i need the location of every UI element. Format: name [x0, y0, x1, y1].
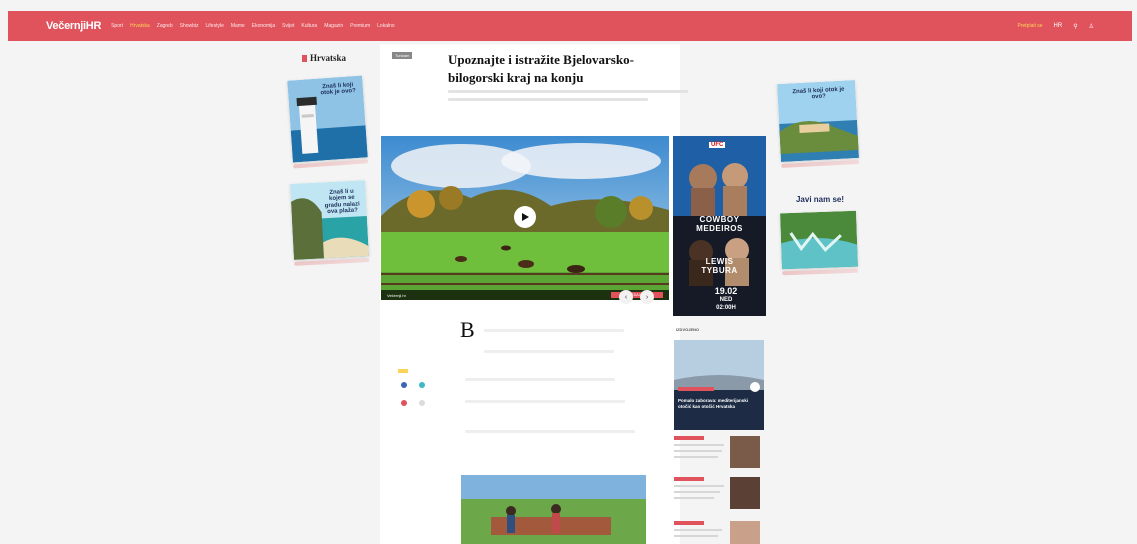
ufc-logo: UFC — [709, 142, 726, 148]
share-label — [398, 369, 408, 373]
twitter-icon[interactable] — [419, 382, 425, 388]
facebook-icon[interactable] — [401, 382, 407, 388]
sidebar-title: IZDVOJENO — [676, 327, 700, 332]
event-date: 19.02 — [714, 286, 738, 296]
nav-item-svijet[interactable]: Svijet — [282, 23, 294, 29]
play-icon[interactable] — [750, 382, 760, 392]
sidebar-story-1[interactable] — [674, 436, 764, 472]
site-logo[interactable]: VečernjiHR — [46, 20, 101, 32]
flag-icon — [302, 54, 307, 62]
fight-2-name-a: LEWIS — [705, 257, 734, 266]
article-headline: Upoznajte i istražite Bjelovarsko-bilogo… — [448, 52, 634, 85]
story-thumbnail — [730, 436, 760, 468]
story-thumbnail — [730, 521, 760, 544]
section-title[interactable]: Hrvatska — [302, 53, 346, 63]
story-thumbnail — [730, 477, 760, 509]
nav-item-premium[interactable]: Premium — [350, 23, 370, 29]
language-switch[interactable]: HR — [1054, 23, 1063, 29]
prev-arrow-icon[interactable]: ‹ — [619, 290, 633, 304]
video-source: Večernji.hr — [387, 292, 406, 298]
article-dropcap: B — [460, 317, 475, 342]
nav-item-sport[interactable]: Sport — [111, 23, 123, 29]
fight-1-name-b: MEDEIROS — [696, 224, 743, 233]
next-arrow-icon[interactable]: › — [640, 290, 654, 304]
advertisement-banner[interactable]: UFC COWBOY MEDEIROS LEWIS TYBURA 19.02 N… — [673, 136, 766, 316]
nav-item-showbiz[interactable]: Showbiz — [180, 23, 199, 29]
quiz-card-left-1[interactable]: Znaš li koji otok je ovo? — [287, 75, 369, 169]
quiz-caption: Znaš li u kojem se gradu nalazi ova plaž… — [324, 188, 360, 215]
header-tools: Pretplati se HR ⚲ ♙ — [1018, 23, 1094, 30]
top-navigation-bar: VečernjiHR Sport Hrvatska Zagreb Showbiz Lif… — [8, 11, 1132, 41]
quiz-card-left-2[interactable]: Znaš li u kojem se gradu nalazi ova plaž… — [290, 180, 370, 266]
event-time: 02:00H — [716, 305, 736, 311]
sidebar-story-2[interactable] — [674, 477, 764, 513]
video-player[interactable]: Večernji.hr POGLEDAJ VIDEO — [381, 136, 669, 300]
nav-item-mame[interactable]: Mame — [231, 23, 245, 29]
nav-item-ekonomija[interactable]: Ekonomija — [252, 23, 275, 29]
article-lede — [448, 90, 688, 106]
event-day: NED — [719, 297, 733, 303]
main-nav: Sport Hrvatska Zagreb Showbiz Lifestyle Mame E… — [111, 23, 395, 29]
quiz-card-right-1[interactable]: Znaš li koji otok je ovo? — [777, 80, 860, 168]
article-photo — [461, 475, 646, 544]
featured-story[interactable]: Pomalo zaborava: mediterijanski otočić k… — [674, 340, 764, 430]
nav-item-hrvatska[interactable]: Hrvatska — [130, 23, 150, 29]
fight-2-name-b: TYBURA — [701, 266, 738, 275]
waterfall-icon — [780, 210, 858, 270]
quiz-card-right-2[interactable] — [780, 210, 859, 276]
subscribe-link[interactable]: Pretplati se — [1018, 23, 1043, 29]
user-icon[interactable]: ♙ — [1089, 23, 1094, 30]
search-icon[interactable]: ⚲ — [1073, 23, 1077, 30]
feature-category — [678, 387, 714, 391]
print-icon[interactable] — [419, 400, 425, 406]
nav-item-magazin[interactable]: Magazin — [324, 23, 343, 29]
nav-item-kultura[interactable]: Kultura — [301, 23, 317, 29]
nav-item-lifestyle[interactable]: Lifestyle — [206, 23, 224, 29]
fight-1-name-a: COWBOY — [699, 215, 740, 224]
sidebar-story-3[interactable] — [674, 521, 764, 544]
feature-caption: Pomalo zaborava: mediterijanski otočić k… — [678, 398, 749, 409]
contact-title[interactable]: Javi nam se! — [782, 195, 858, 204]
email-icon[interactable] — [401, 400, 407, 406]
nav-item-zagreb[interactable]: Zagreb — [157, 23, 173, 29]
play-icon[interactable] — [514, 206, 536, 228]
article-tag[interactable]: Turizam — [392, 52, 413, 59]
nav-item-lokalno[interactable]: Lokalno — [377, 23, 395, 29]
